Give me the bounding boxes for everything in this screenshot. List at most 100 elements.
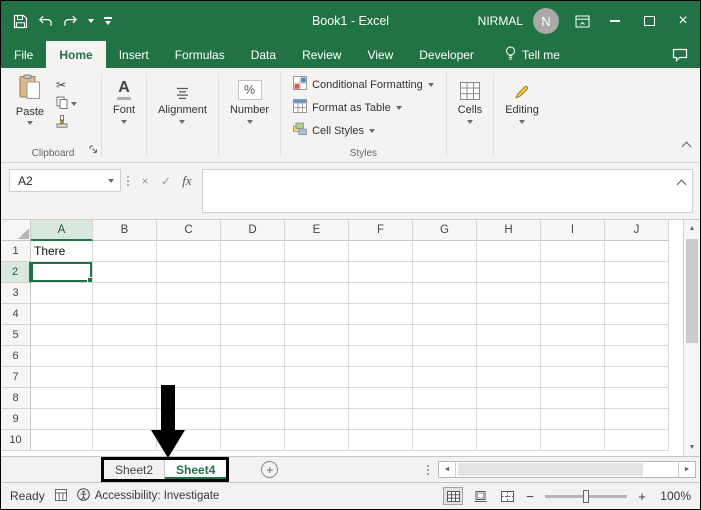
cell-j10[interactable] [605, 430, 669, 451]
cell-f9[interactable] [349, 409, 413, 430]
cell-b9[interactable] [93, 409, 157, 430]
sheet-tab-sheet4[interactable]: Sheet4 [165, 460, 227, 479]
cell-j1[interactable] [605, 241, 669, 262]
cell-d1[interactable] [221, 241, 285, 262]
cell-e8[interactable] [285, 388, 349, 409]
cell-i1[interactable] [541, 241, 605, 262]
cell-j2[interactable] [605, 262, 669, 283]
cell-g1[interactable] [413, 241, 477, 262]
column-header-g[interactable]: G [413, 220, 477, 241]
name-box[interactable]: A2 [9, 169, 121, 192]
cell-i2[interactable] [541, 262, 605, 283]
vertical-scrollbar[interactable]: ▲ ▼ [683, 220, 700, 456]
vertical-scroll-thumb[interactable] [686, 239, 698, 343]
cell-a4[interactable] [31, 304, 93, 325]
cell-b1[interactable] [93, 241, 157, 262]
ribbon-tab-file[interactable]: File [1, 41, 46, 68]
cell-f5[interactable] [349, 325, 413, 346]
zoom-in-button[interactable]: + [636, 489, 648, 504]
cell-d7[interactable] [221, 367, 285, 388]
ribbon-display-options-icon[interactable] [575, 15, 590, 28]
horizontal-scroll-thumb[interactable] [458, 463, 643, 476]
cell-b3[interactable] [93, 283, 157, 304]
cell-c5[interactable] [157, 325, 221, 346]
enter-button[interactable]: ✓ [156, 174, 176, 188]
cell-h5[interactable] [477, 325, 541, 346]
zoom-slider[interactable] [545, 489, 627, 503]
zoom-out-button[interactable]: − [524, 489, 536, 504]
cell-j4[interactable] [605, 304, 669, 325]
minimize-button[interactable] [598, 1, 632, 41]
scroll-left-icon[interactable]: ◄ [439, 462, 456, 477]
cell-a9[interactable] [31, 409, 93, 430]
cell-i10[interactable] [541, 430, 605, 451]
cell-e2[interactable] [285, 262, 349, 283]
cell-g6[interactable] [413, 346, 477, 367]
cell-h8[interactable] [477, 388, 541, 409]
cell-b4[interactable] [93, 304, 157, 325]
ribbon-tab-view[interactable]: View [354, 41, 406, 68]
cell-e5[interactable] [285, 325, 349, 346]
cell-d6[interactable] [221, 346, 285, 367]
cell-b10[interactable] [93, 430, 157, 451]
cell-c3[interactable] [157, 283, 221, 304]
scroll-up-icon[interactable]: ▲ [684, 220, 700, 237]
row-header-2[interactable]: 2 [1, 262, 31, 283]
cell-b5[interactable] [93, 325, 157, 346]
cell-a10[interactable] [31, 430, 93, 451]
cell-i6[interactable] [541, 346, 605, 367]
page-break-preview-button[interactable] [497, 487, 517, 505]
cell-c4[interactable] [157, 304, 221, 325]
cell-h2[interactable] [477, 262, 541, 283]
cell-g9[interactable] [413, 409, 477, 430]
ribbon-tab-insert[interactable]: Insert [106, 41, 162, 68]
cell-a7[interactable] [31, 367, 93, 388]
zoom-slider-thumb[interactable] [583, 489, 589, 503]
row-header-1[interactable]: 1 [1, 241, 31, 262]
editing-dropdown-button[interactable]: Editing [494, 68, 550, 124]
number-dropdown-button[interactable]: % Number [219, 68, 280, 124]
cell-h1[interactable] [477, 241, 541, 262]
tell-me[interactable]: Tell me [505, 41, 560, 68]
redo-icon[interactable] [63, 15, 78, 28]
cell-c8[interactable] [157, 388, 221, 409]
cell-f7[interactable] [349, 367, 413, 388]
cell-j8[interactable] [605, 388, 669, 409]
customize-quick-access-icon[interactable] [104, 17, 112, 25]
column-header-e[interactable]: E [285, 220, 349, 241]
cell-e7[interactable] [285, 367, 349, 388]
cell-h10[interactable] [477, 430, 541, 451]
row-header-9[interactable]: 9 [1, 409, 31, 430]
ribbon-tab-developer[interactable]: Developer [406, 41, 487, 68]
cell-g2[interactable] [413, 262, 477, 283]
horizontal-scrollbar[interactable]: ◄ ► [438, 461, 696, 478]
scroll-down-icon[interactable]: ▼ [684, 439, 700, 456]
cell-b2[interactable] [93, 262, 157, 283]
cell-g7[interactable] [413, 367, 477, 388]
cell-e3[interactable] [285, 283, 349, 304]
ribbon-tab-data[interactable]: Data [238, 41, 289, 68]
cell-a8[interactable] [31, 388, 93, 409]
row-header-3[interactable]: 3 [1, 283, 31, 304]
cell-f8[interactable] [349, 388, 413, 409]
cell-a1[interactable]: There [31, 241, 93, 262]
cell-d9[interactable] [221, 409, 285, 430]
clipboard-dialog-launcher-icon[interactable] [89, 141, 98, 159]
zoom-level[interactable]: 100% [655, 489, 691, 503]
row-header-10[interactable]: 10 [1, 430, 31, 451]
row-header-7[interactable]: 7 [1, 367, 31, 388]
format-painter-button[interactable] [56, 115, 77, 130]
cell-i7[interactable] [541, 367, 605, 388]
column-header-a[interactable]: A [31, 220, 93, 241]
cell-h3[interactable] [477, 283, 541, 304]
cell-j5[interactable] [605, 325, 669, 346]
font-dropdown-button[interactable]: A Font [102, 68, 146, 124]
ribbon-tab-home[interactable]: Home [46, 41, 106, 68]
vertical-scroll-track[interactable] [684, 237, 700, 439]
copy-button[interactable] [56, 96, 77, 111]
cell-b6[interactable] [93, 346, 157, 367]
sheet-tab-sheet2[interactable]: Sheet2 [104, 460, 166, 479]
cell-g4[interactable] [413, 304, 477, 325]
cell-c10[interactable] [157, 430, 221, 451]
cell-f4[interactable] [349, 304, 413, 325]
